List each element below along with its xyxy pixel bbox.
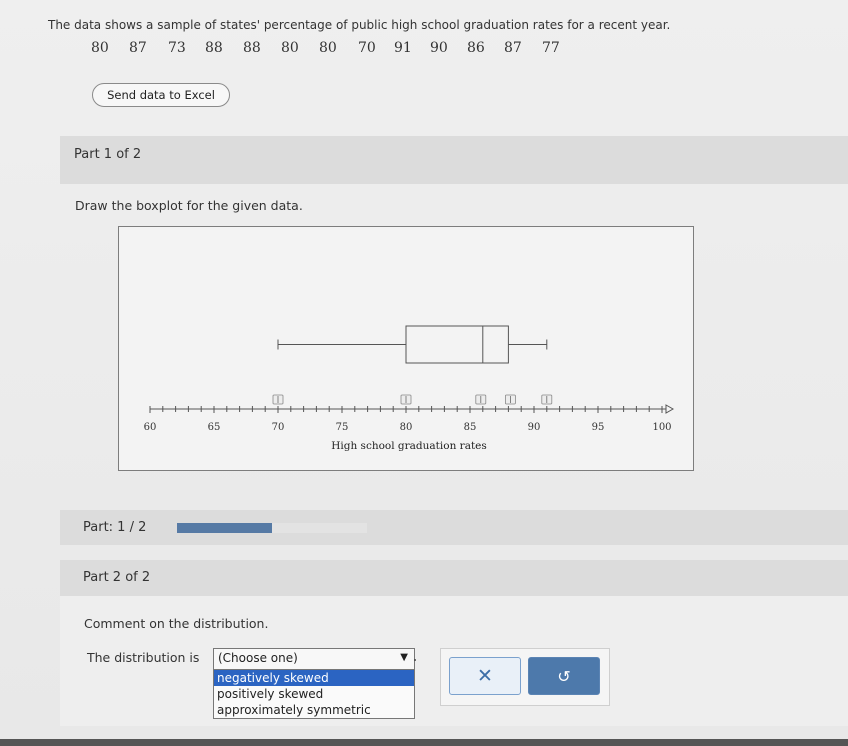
option-negatively-skewed[interactable]: negatively skewed: [214, 670, 414, 686]
undo-icon: ↺: [557, 666, 571, 686]
data-value: 88: [243, 40, 261, 56]
part1-instruction: Draw the boxplot for the given data.: [75, 198, 303, 213]
sentence-period: [414, 659, 416, 661]
tick-label: 75: [336, 422, 349, 433]
data-value: 80: [91, 40, 109, 56]
distribution-select[interactable]: (Choose one) ▼: [213, 648, 415, 670]
send-to-excel-button[interactable]: Send data to Excel: [92, 83, 230, 107]
question-prompt: The data shows a sample of states' perce…: [48, 18, 671, 32]
data-value: 91: [394, 40, 412, 56]
tick-label: 100: [652, 422, 671, 433]
progress-label: Part: 1 / 2: [83, 520, 147, 535]
data-value: 88: [205, 40, 223, 56]
data-value: 87: [129, 40, 147, 56]
option-approximately-symmetric[interactable]: approximately symmetric: [214, 702, 414, 718]
select-placeholder: (Choose one): [218, 651, 298, 665]
option-positively-skewed[interactable]: positively skewed: [214, 686, 414, 702]
tick-label: 95: [592, 422, 605, 433]
data-value: 77: [542, 40, 560, 56]
axis-arrow-icon: [665, 404, 675, 414]
data-value: 86: [467, 40, 485, 56]
distribution-options: negatively skewed positively skewed appr…: [213, 669, 415, 719]
data-value: 70: [358, 40, 376, 56]
dropdown-arrow-icon: ▼: [400, 652, 408, 663]
iqr-box: [405, 325, 509, 364]
boxplot-chart[interactable]: 60 65 70 75 80 85 90 95 100 High school graduatio…: [119, 227, 693, 470]
tick-label: 65: [208, 422, 221, 433]
data-value: 73: [168, 40, 186, 56]
data-value: 90: [430, 40, 448, 56]
data-value: 87: [504, 40, 522, 56]
progress-bar: [177, 523, 367, 533]
progress-fill: [177, 523, 272, 533]
part2-title: Part 2 of 2: [83, 570, 151, 585]
tick-label: 70: [272, 422, 285, 433]
part2-header: [60, 560, 848, 596]
x-axis-label: High school graduation rates: [331, 440, 487, 452]
tick-label: 90: [528, 422, 541, 433]
distribution-sentence: The distribution is: [87, 650, 200, 665]
bottom-bar: [0, 739, 848, 746]
x-icon: ✕: [477, 665, 493, 687]
part2-instruction: Comment on the distribution.: [84, 616, 269, 631]
tick-label: 60: [144, 422, 157, 433]
tick-label: 85: [464, 422, 477, 433]
data-value: 80: [319, 40, 337, 56]
data-value: 80: [281, 40, 299, 56]
clear-button[interactable]: ✕: [449, 657, 521, 695]
undo-button[interactable]: ↺: [528, 657, 600, 695]
tick-label: 80: [400, 422, 413, 433]
boxplot-panel: 60 65 70 75 80 85 90 95 100 High school graduatio…: [118, 226, 694, 471]
part1-header: [60, 136, 848, 184]
part1-title: Part 1 of 2: [74, 147, 142, 162]
